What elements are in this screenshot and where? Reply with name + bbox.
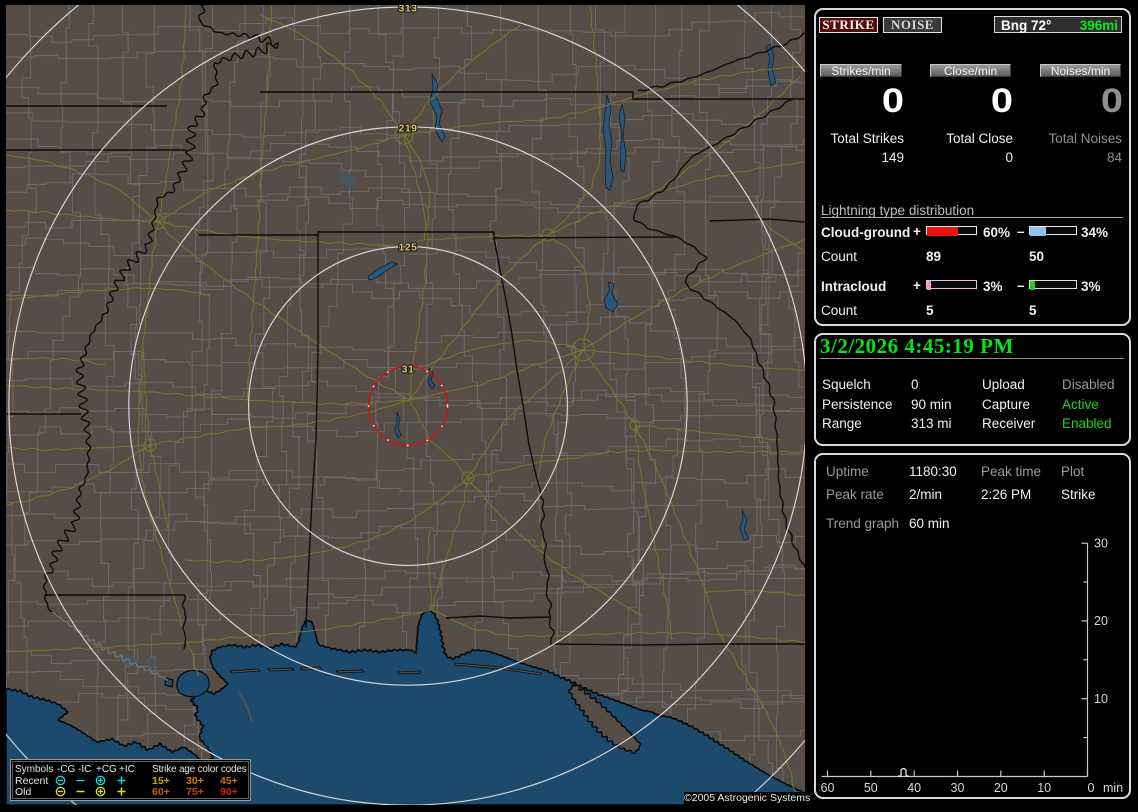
- svg-text:313: 313: [398, 5, 417, 15]
- svg-text:20: 20: [1094, 614, 1108, 628]
- svg-text:31: 31: [402, 364, 415, 376]
- svg-text:30: 30: [1094, 537, 1108, 551]
- svg-text:30: 30: [951, 781, 965, 795]
- svg-text:219: 219: [398, 123, 417, 135]
- svg-text:50: 50: [864, 781, 878, 795]
- svg-text:60: 60: [821, 781, 835, 795]
- svg-text:40: 40: [907, 781, 921, 795]
- svg-text:10: 10: [1037, 781, 1051, 795]
- svg-text:min: min: [1103, 781, 1123, 795]
- svg-text:20: 20: [994, 781, 1008, 795]
- svg-text:125: 125: [398, 242, 417, 254]
- svg-text:10: 10: [1094, 692, 1108, 706]
- svg-text:0: 0: [1088, 781, 1095, 795]
